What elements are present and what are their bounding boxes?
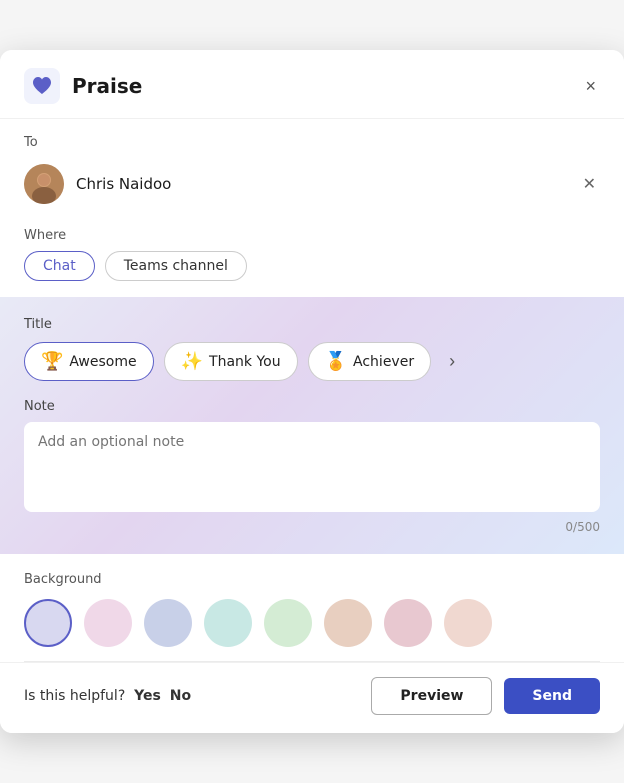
no-label[interactable]: No xyxy=(170,688,191,704)
bg-swatch-rose[interactable] xyxy=(384,599,432,647)
thank-you-icon: ✨ xyxy=(181,351,203,372)
bg-swatch-pink[interactable] xyxy=(84,599,132,647)
awesome-icon: 🏆 xyxy=(41,351,63,372)
praise-modal: Praise × To Chris Naidoo ✕ Where Chat Te… xyxy=(0,50,624,733)
title-badge-awesome[interactable]: 🏆 Awesome xyxy=(24,342,154,381)
to-label: To xyxy=(24,135,600,150)
char-count: 0/500 xyxy=(24,520,600,534)
where-section: Where Chat Teams channel xyxy=(0,218,624,297)
avatar xyxy=(24,164,64,204)
thank-you-label: Thank You xyxy=(209,354,281,370)
background-section: Background xyxy=(0,554,624,661)
where-buttons: Chat Teams channel xyxy=(24,251,600,281)
bg-swatch-blue-gray[interactable] xyxy=(144,599,192,647)
title-badges: 🏆 Awesome ✨ Thank You 🏅 Achiever › xyxy=(24,342,600,381)
bg-swatch-blush[interactable] xyxy=(444,599,492,647)
bg-swatch-peach[interactable] xyxy=(324,599,372,647)
close-button[interactable]: × xyxy=(581,72,600,101)
modal-header: Praise × xyxy=(0,50,624,119)
note-label: Note xyxy=(24,399,600,414)
title-chevron-button[interactable]: › xyxy=(441,347,463,376)
title-badge-achiever[interactable]: 🏅 Achiever xyxy=(308,342,431,381)
is-helpful-label: Is this helpful? xyxy=(24,688,125,704)
yes-label[interactable]: Yes xyxy=(134,688,161,704)
preview-button[interactable]: Preview xyxy=(371,677,492,715)
where-chat-button[interactable]: Chat xyxy=(24,251,95,281)
send-button[interactable]: Send xyxy=(504,678,600,714)
footer: Is this helpful? Yes No Preview Send xyxy=(0,662,624,733)
where-teams-channel-button[interactable]: Teams channel xyxy=(105,251,247,281)
achiever-icon: 🏅 xyxy=(325,351,347,372)
bg-swatch-teal[interactable] xyxy=(204,599,252,647)
remove-recipient-button[interactable]: ✕ xyxy=(579,170,600,198)
modal-title: Praise xyxy=(72,74,581,98)
achiever-label: Achiever xyxy=(353,354,414,370)
note-input[interactable] xyxy=(24,422,600,512)
title-label: Title xyxy=(24,317,600,332)
bg-swatch-lavender[interactable] xyxy=(24,599,72,647)
helpful-text: Is this helpful? Yes No xyxy=(24,688,359,704)
title-badge-thank-you[interactable]: ✨ Thank You xyxy=(164,342,298,381)
bg-swatch-mint[interactable] xyxy=(264,599,312,647)
to-section: To Chris Naidoo ✕ xyxy=(0,119,624,218)
awesome-label: Awesome xyxy=(69,354,136,370)
where-label: Where xyxy=(24,228,600,243)
praise-logo-icon xyxy=(24,68,60,104)
gradient-section: Title 🏆 Awesome ✨ Thank You 🏅 Achiever ›… xyxy=(0,297,624,554)
recipient-name: Chris Naidoo xyxy=(76,175,567,193)
recipient-row: Chris Naidoo ✕ xyxy=(24,158,600,218)
background-colors xyxy=(24,599,600,647)
background-label: Background xyxy=(24,572,600,587)
